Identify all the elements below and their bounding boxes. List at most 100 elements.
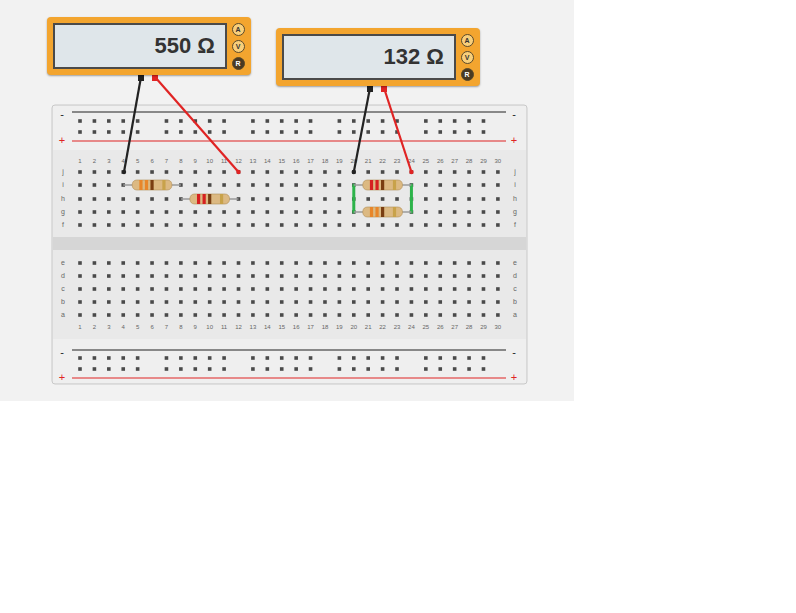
- hole[interactable]: [309, 223, 313, 227]
- multimeter[interactable]: 550 ΩAVR: [47, 17, 251, 75]
- hole[interactable]: [453, 183, 457, 187]
- hole[interactable]: [338, 300, 342, 304]
- mode-button[interactable]: R: [461, 68, 474, 81]
- hole[interactable]: [366, 300, 370, 304]
- hole[interactable]: [294, 261, 298, 265]
- rail-hole[interactable]: [251, 130, 255, 134]
- hole[interactable]: [381, 170, 385, 174]
- hole[interactable]: [251, 170, 255, 174]
- rail-hole[interactable]: [208, 356, 212, 360]
- hole[interactable]: [266, 223, 270, 227]
- mode-button[interactable]: A: [461, 34, 474, 47]
- hole[interactable]: [280, 197, 284, 201]
- rail-hole[interactable]: [467, 119, 471, 123]
- hole[interactable]: [121, 313, 125, 317]
- resistor[interactable]: [354, 180, 412, 190]
- hole[interactable]: [78, 223, 82, 227]
- hole[interactable]: [280, 287, 284, 291]
- hole[interactable]: [453, 313, 457, 317]
- rail-hole[interactable]: [193, 356, 197, 360]
- hole[interactable]: [309, 300, 313, 304]
- hole[interactable]: [237, 223, 241, 227]
- hole[interactable]: [208, 223, 212, 227]
- hole[interactable]: [280, 210, 284, 214]
- rail-hole[interactable]: [438, 367, 442, 371]
- resistor[interactable]: [181, 194, 239, 204]
- hole[interactable]: [93, 261, 97, 265]
- hole[interactable]: [237, 170, 241, 174]
- hole[interactable]: [78, 300, 82, 304]
- hole[interactable]: [93, 300, 97, 304]
- hole[interactable]: [294, 313, 298, 317]
- hole[interactable]: [266, 287, 270, 291]
- hole[interactable]: [352, 313, 356, 317]
- rail-hole[interactable]: [208, 367, 212, 371]
- hole[interactable]: [338, 261, 342, 265]
- hole[interactable]: [424, 183, 428, 187]
- hole[interactable]: [136, 170, 140, 174]
- rail-hole[interactable]: [381, 130, 385, 134]
- rail-hole[interactable]: [482, 119, 486, 123]
- hole[interactable]: [482, 197, 486, 201]
- hole[interactable]: [424, 313, 428, 317]
- hole[interactable]: [366, 287, 370, 291]
- hole[interactable]: [482, 274, 486, 278]
- rail-hole[interactable]: [467, 367, 471, 371]
- hole[interactable]: [107, 300, 111, 304]
- hole[interactable]: [496, 197, 500, 201]
- hole[interactable]: [280, 313, 284, 317]
- rail-hole[interactable]: [294, 356, 298, 360]
- hole[interactable]: [438, 183, 442, 187]
- hole[interactable]: [338, 274, 342, 278]
- rail-hole[interactable]: [309, 367, 313, 371]
- rail-hole[interactable]: [266, 130, 270, 134]
- rail-hole[interactable]: [93, 130, 97, 134]
- hole[interactable]: [165, 274, 169, 278]
- hole[interactable]: [251, 183, 255, 187]
- hole[interactable]: [496, 261, 500, 265]
- hole[interactable]: [193, 210, 197, 214]
- hole[interactable]: [266, 300, 270, 304]
- hole[interactable]: [93, 274, 97, 278]
- rail-hole[interactable]: [294, 119, 298, 123]
- hole[interactable]: [467, 261, 471, 265]
- hole[interactable]: [179, 274, 183, 278]
- hole[interactable]: [294, 274, 298, 278]
- hole[interactable]: [251, 210, 255, 214]
- hole[interactable]: [395, 300, 399, 304]
- rail-hole[interactable]: [136, 130, 140, 134]
- hole[interactable]: [193, 170, 197, 174]
- hole[interactable]: [381, 287, 385, 291]
- hole[interactable]: [309, 261, 313, 265]
- hole[interactable]: [150, 261, 154, 265]
- rail-hole[interactable]: [251, 356, 255, 360]
- hole[interactable]: [467, 300, 471, 304]
- rail-hole[interactable]: [107, 119, 111, 123]
- hole[interactable]: [179, 223, 183, 227]
- hole[interactable]: [280, 261, 284, 265]
- hole[interactable]: [150, 197, 154, 201]
- resistor[interactable]: [123, 180, 181, 190]
- rail-hole[interactable]: [438, 130, 442, 134]
- hole[interactable]: [179, 313, 183, 317]
- hole[interactable]: [179, 210, 183, 214]
- hole[interactable]: [179, 300, 183, 304]
- hole[interactable]: [395, 223, 399, 227]
- hole[interactable]: [395, 197, 399, 201]
- rail-hole[interactable]: [251, 119, 255, 123]
- rail-hole[interactable]: [78, 130, 82, 134]
- hole[interactable]: [208, 183, 212, 187]
- rail-hole[interactable]: [193, 130, 197, 134]
- hole[interactable]: [93, 313, 97, 317]
- rail-hole[interactable]: [424, 356, 428, 360]
- hole[interactable]: [136, 300, 140, 304]
- mode-button[interactable]: A: [232, 23, 245, 36]
- hole[interactable]: [453, 274, 457, 278]
- rail-hole[interactable]: [165, 356, 169, 360]
- rail-hole[interactable]: [193, 367, 197, 371]
- hole[interactable]: [424, 287, 428, 291]
- probe-lead[interactable]: [354, 88, 370, 172]
- hole[interactable]: [179, 170, 183, 174]
- hole[interactable]: [208, 170, 212, 174]
- hole[interactable]: [438, 261, 442, 265]
